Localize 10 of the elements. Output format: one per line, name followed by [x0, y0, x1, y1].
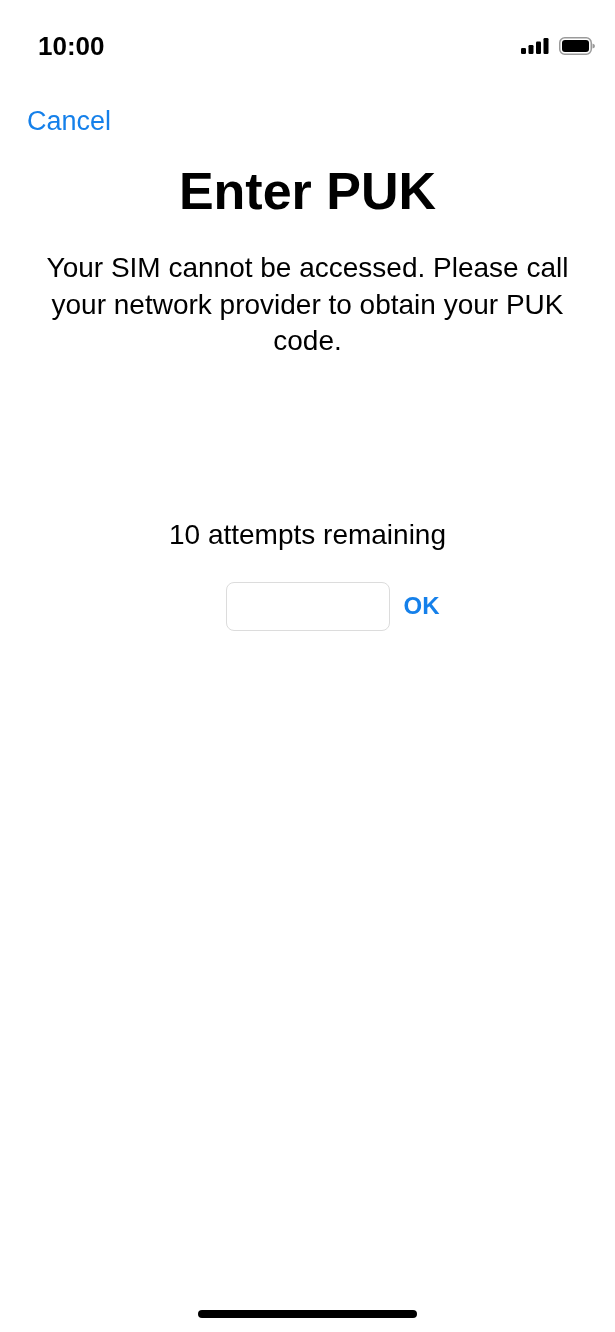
cancel-button[interactable]: Cancel: [27, 105, 112, 137]
home-indicator[interactable]: [198, 1310, 417, 1318]
puk-input-field[interactable]: [225, 581, 390, 631]
battery-icon: [559, 37, 595, 55]
instruction-text: Your SIM cannot be accessed. Please call your network provider to obtain your PUK code.: [45, 251, 570, 358]
ok-button[interactable]: OK: [403, 592, 440, 620]
attempts-text: 10 attempts remaining: [168, 517, 446, 552]
signal-icon: [521, 38, 549, 54]
page-title: Enter PUK: [178, 161, 437, 221]
status-time: 10:00: [38, 31, 105, 61]
